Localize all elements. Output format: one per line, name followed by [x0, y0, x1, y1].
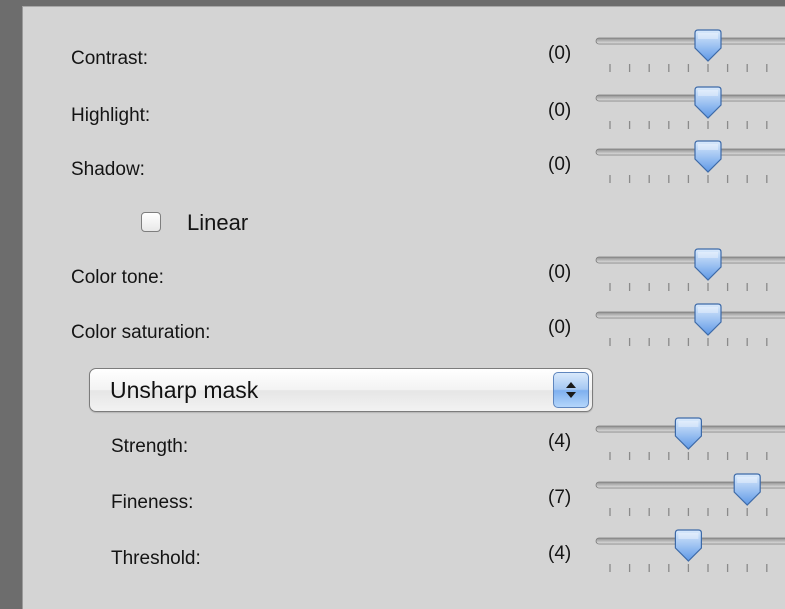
slider-track[interactable] — [595, 148, 785, 156]
highlight-label: Highlight: — [71, 105, 151, 126]
shadow-value: (0) — [548, 154, 572, 175]
slider-thumb-highlight — [737, 477, 758, 483]
fineness-slider[interactable] — [594, 472, 785, 522]
fineness-value: (7) — [548, 487, 572, 508]
slider-thumb-highlight — [698, 144, 718, 150]
linear-checkbox[interactable] — [141, 212, 161, 232]
color-tone-slider[interactable] — [594, 247, 785, 297]
slider-thumb-highlight — [698, 252, 718, 258]
adjustment-panel: Contrast: (0) Highlight: (0) Shadow: (0)… — [22, 6, 785, 609]
color-saturation-label: Color saturation: — [71, 322, 211, 343]
strength-value: (4) — [548, 431, 572, 452]
slider-thumb-highlight — [698, 33, 718, 39]
slider-track[interactable] — [595, 37, 785, 45]
color-tone-value: (0) — [548, 262, 572, 283]
slider-track[interactable] — [595, 256, 785, 264]
shadow-slider[interactable] — [594, 139, 785, 189]
slider-track[interactable] — [595, 311, 785, 319]
color-tone-label: Color tone: — [71, 267, 164, 288]
highlight-value: (0) — [548, 100, 572, 121]
threshold-label: Threshold: — [111, 548, 201, 569]
color-saturation-value: (0) — [548, 317, 572, 338]
slider-thumb-highlight — [698, 90, 718, 96]
contrast-value: (0) — [548, 43, 572, 64]
strength-slider[interactable] — [594, 416, 785, 466]
sharpen-mode-value: Unsharp mask — [110, 377, 259, 403]
highlight-slider[interactable] — [594, 85, 785, 135]
slider-track[interactable] — [595, 94, 785, 102]
fineness-label: Fineness: — [111, 492, 194, 513]
slider-thumb-highlight — [678, 421, 699, 427]
slider-thumb-highlight — [678, 533, 699, 539]
contrast-label: Contrast: — [71, 48, 149, 69]
color-saturation-slider[interactable] — [594, 302, 785, 352]
strength-label: Strength: — [111, 436, 189, 457]
threshold-slider[interactable] — [594, 528, 785, 578]
slider-thumb-highlight — [698, 307, 718, 313]
sharpen-mode-popup[interactable]: Unsharp mask — [89, 368, 593, 412]
contrast-slider[interactable] — [594, 28, 785, 78]
threshold-value: (4) — [548, 543, 572, 564]
up-down-arrows-icon[interactable] — [553, 372, 589, 408]
linear-label: Linear — [187, 210, 249, 235]
shadow-label: Shadow: — [71, 159, 145, 180]
